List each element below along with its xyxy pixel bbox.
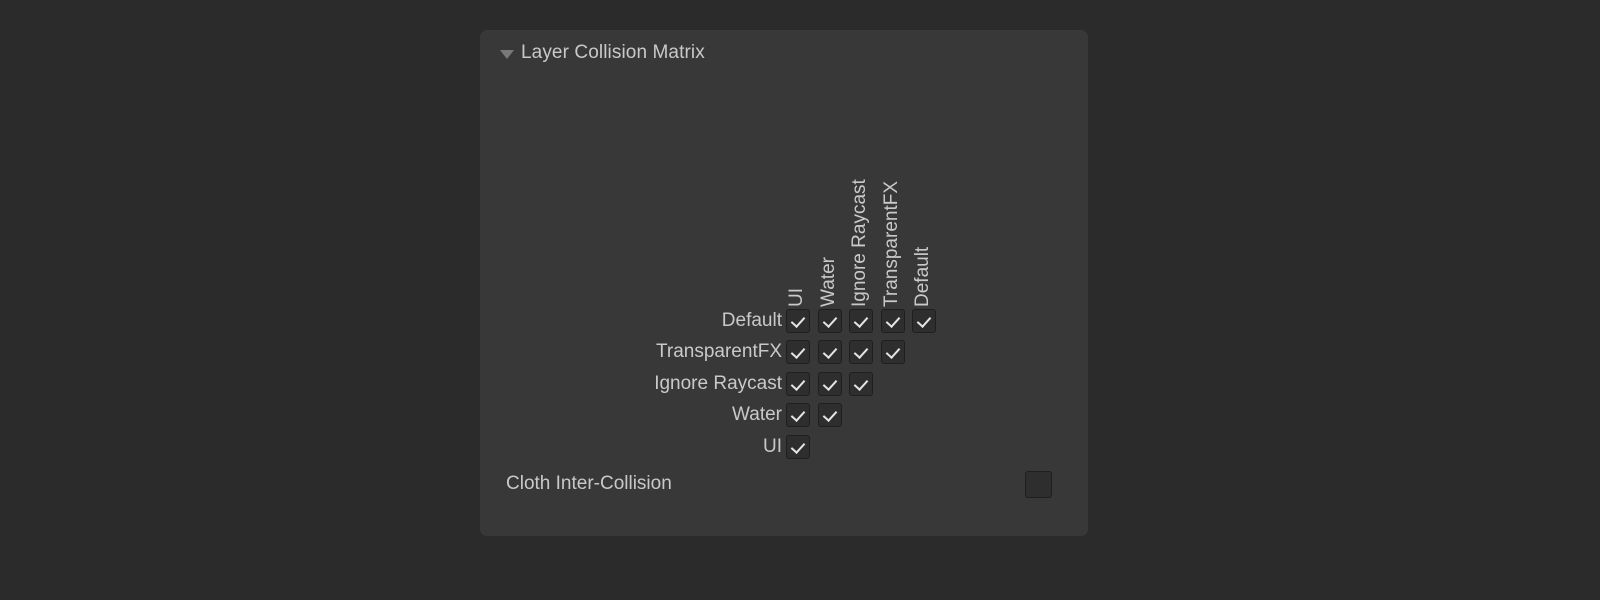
matrix-column-header: Default — [912, 246, 933, 307]
matrix-checkbox[interactable] — [817, 403, 842, 428]
matrix-row: Water — [732, 402, 849, 428]
cloth-inter-collision-checkbox[interactable] — [1025, 470, 1052, 498]
matrix-column-header: Ignore Raycast — [849, 179, 870, 307]
matrix-column-header: TransparentFX — [880, 180, 902, 307]
matrix-checkbox[interactable] — [880, 309, 905, 333]
matrix-column-header: UI — [786, 288, 807, 307]
panel-header[interactable]: Layer Collision Matrix — [500, 41, 705, 65]
page-title: Layer Collision Matrix — [521, 42, 705, 63]
matrix-column-header: Water — [817, 257, 839, 307]
matrix-row-label: Ignore Raycast — [654, 372, 782, 394]
matrix-row-label: UI — [763, 435, 782, 457]
layer-collision-matrix-panel: Layer Collision Matrix UI Water Ignore Ray… — [480, 30, 1088, 536]
matrix-checkbox[interactable] — [880, 340, 905, 365]
matrix-row: Default — [722, 308, 944, 334]
matrix-row: Ignore Raycast — [654, 371, 881, 397]
matrix-checkbox[interactable] — [849, 371, 873, 396]
matrix-checkbox[interactable] — [817, 309, 842, 333]
matrix-checkbox[interactable] — [786, 434, 810, 459]
matrix-checkbox[interactable] — [912, 309, 936, 333]
matrix-checkbox[interactable] — [849, 340, 873, 365]
triangle-down-icon[interactable] — [500, 49, 514, 59]
matrix-checkbox[interactable] — [817, 340, 842, 365]
cloth-inter-collision-row: Cloth Inter-Collision — [506, 470, 1052, 498]
matrix-row-label: TransparentFX — [655, 341, 782, 363]
matrix-checkbox[interactable] — [817, 371, 842, 396]
matrix-checkbox[interactable] — [786, 340, 810, 365]
matrix-row: UI — [763, 434, 818, 460]
matrix-checkbox[interactable] — [849, 309, 873, 333]
cloth-inter-collision-label: Cloth Inter-Collision — [506, 473, 672, 494]
matrix-checkbox[interactable] — [786, 403, 810, 428]
matrix-checkbox[interactable] — [786, 371, 810, 396]
matrix-row-label: Default — [721, 310, 782, 331]
matrix-row: TransparentFX — [656, 339, 912, 365]
matrix-row-label: Water — [732, 404, 782, 426]
matrix-checkbox[interactable] — [786, 309, 810, 333]
